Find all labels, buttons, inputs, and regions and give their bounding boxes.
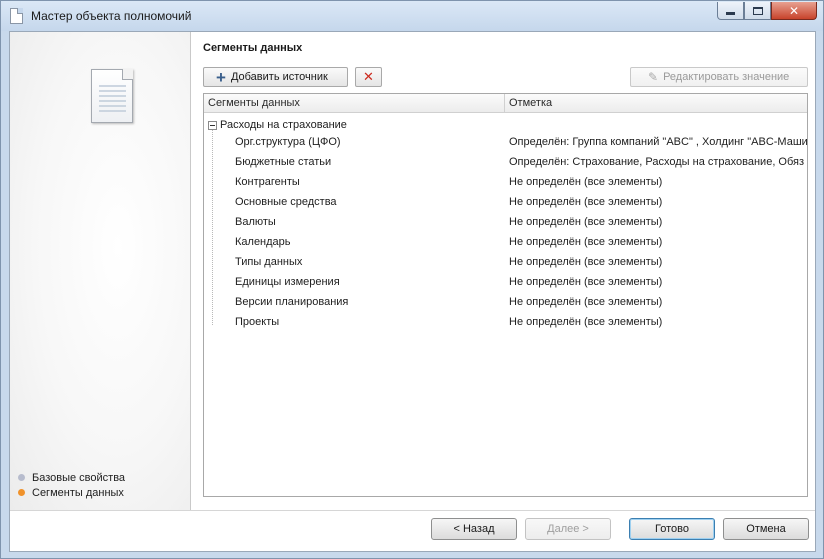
next-button[interactable]: Далее >	[525, 518, 611, 540]
minimize-icon	[726, 11, 735, 15]
main-content: Сегменты данных + Добавить источник ✕ ✎ …	[192, 32, 815, 510]
step-base-properties[interactable]: Базовые свойства	[18, 470, 125, 485]
table-row[interactable]: Контрагенты Не определён (все элементы)	[204, 173, 807, 193]
pencil-icon: ✎	[648, 70, 659, 84]
segments-grid[interactable]: Сегменты данных Отметка Расходы на страх…	[203, 93, 808, 497]
window-controls: ✕	[717, 2, 817, 20]
maximize-button[interactable]	[744, 2, 771, 20]
delete-button[interactable]: ✕	[355, 67, 382, 87]
add-source-button[interactable]: + Добавить источник	[203, 67, 348, 87]
table-row[interactable]: Версии планирования Не определён (все эл…	[204, 293, 807, 313]
segment-name: Единицы измерения	[235, 276, 340, 288]
segment-mark: Не определён (все элементы)	[509, 176, 663, 188]
window-title: Мастер объекта полномочий	[31, 9, 192, 23]
segment-mark: Не определён (все элементы)	[509, 236, 663, 248]
wizard-sidebar: Базовые свойства Сегменты данных	[10, 32, 191, 510]
column-divider[interactable]	[504, 94, 505, 113]
column-header-mark[interactable]: Отметка	[509, 97, 552, 109]
segment-name: Бюджетные статьи	[235, 156, 332, 168]
back-button[interactable]: < Назад	[431, 518, 517, 540]
edit-value-label: Редактировать значение	[663, 71, 790, 83]
close-icon: ✕	[788, 3, 800, 18]
step-data-segments[interactable]: Сегменты данных	[18, 485, 125, 500]
segment-mark: Не определён (все элементы)	[509, 256, 663, 268]
segment-name: Версии планирования	[235, 296, 349, 308]
table-row[interactable]: Типы данных Не определён (все элементы)	[204, 253, 807, 273]
step-bullet-icon	[18, 474, 25, 481]
minimize-button[interactable]	[717, 2, 744, 20]
table-row[interactable]: Проекты Не определён (все элементы)	[204, 313, 807, 333]
table-row[interactable]: Календарь Не определён (все элементы)	[204, 233, 807, 253]
add-source-label: Добавить источник	[230, 71, 328, 83]
edit-value-button[interactable]: ✎ Редактировать значение	[630, 67, 808, 87]
segment-mark: Определён: Страхование, Расходы на страх…	[509, 156, 805, 168]
segment-name: Контрагенты	[235, 176, 300, 188]
segment-name: Валюты	[235, 216, 276, 228]
table-row[interactable]: Валюты Не определён (все элементы)	[204, 213, 807, 233]
segment-mark: Не определён (все элементы)	[509, 296, 663, 308]
segment-name: Типы данных	[235, 256, 303, 268]
segment-mark: Не определён (все элементы)	[509, 196, 663, 208]
step-label: Базовые свойства	[32, 471, 126, 484]
wizard-window: Мастер объекта полномочий ✕ Базовые свой…	[0, 0, 824, 559]
finish-button[interactable]: Готово	[629, 518, 715, 540]
segment-mark: Не определён (все элементы)	[509, 216, 663, 228]
step-label: Сегменты данных	[32, 486, 124, 499]
document-list-icon	[91, 69, 133, 123]
table-row[interactable]: Основные средства Не определён (все элем…	[204, 193, 807, 213]
delete-icon: ✕	[363, 69, 374, 84]
segment-mark: Не определён (все элементы)	[509, 276, 663, 288]
group-label: Расходы на страхование	[220, 119, 347, 131]
document-icon	[10, 8, 23, 24]
step-bullet-icon	[18, 489, 25, 496]
segment-name: Основные средства	[235, 196, 337, 208]
dialog-body: Базовые свойства Сегменты данных Сегмент…	[9, 31, 816, 552]
segment-name: Орг.структура (ЦФО)	[235, 136, 341, 148]
grid-header: Сегменты данных Отметка	[204, 94, 807, 113]
close-button[interactable]: ✕	[771, 2, 817, 20]
segment-name: Календарь	[235, 236, 291, 248]
wizard-steps: Базовые свойства Сегменты данных	[18, 470, 125, 500]
maximize-icon	[752, 6, 763, 15]
plus-icon: +	[216, 67, 226, 87]
table-row[interactable]: Бюджетные статьи Определён: Страхование,…	[204, 153, 807, 173]
table-row[interactable]: Единицы измерения Не определён (все элем…	[204, 273, 807, 293]
footer-divider	[10, 510, 815, 511]
segment-mark: Определён: Группа компаний "ABC" , Холди…	[509, 136, 808, 148]
segment-mark: Не определён (все элементы)	[509, 316, 663, 328]
title-bar: Мастер объекта полномочий ✕	[1, 1, 823, 31]
table-row[interactable]: Орг.структура (ЦФО) Определён: Группа ко…	[204, 133, 807, 153]
column-header-segments[interactable]: Сегменты данных	[208, 97, 300, 109]
cancel-button[interactable]: Отмена	[723, 518, 809, 540]
group-row[interactable]: Расходы на страхование	[208, 117, 347, 133]
segment-name: Проекты	[235, 316, 280, 328]
collapse-icon[interactable]	[208, 120, 217, 130]
section-title: Сегменты данных	[203, 42, 303, 54]
